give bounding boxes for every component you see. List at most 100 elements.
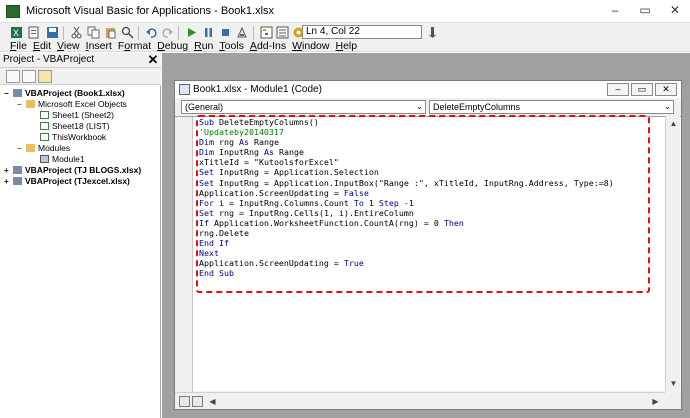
tree-item-label: Sheet18 (LIST) <box>52 121 110 131</box>
collapse-icon[interactable]: − <box>17 100 25 109</box>
break-icon[interactable] <box>202 26 215 39</box>
paste-icon[interactable] <box>104 26 117 39</box>
tree-item-label: VBAProject (Book1.xlsx) <box>25 88 125 98</box>
tree-item-label: Microsoft Excel Objects <box>38 99 127 109</box>
menu-run[interactable]: Run <box>194 40 213 52</box>
menu-bar: File Edit View Insert Format Debug Run Tools Add… <box>10 40 363 52</box>
insert-module-icon[interactable] <box>27 26 40 39</box>
scroll-right-icon[interactable]: ▶ <box>649 395 662 408</box>
code-window-icon <box>179 84 190 95</box>
workbook-icon <box>40 133 49 141</box>
menu-file[interactable]: File <box>10 40 27 52</box>
vbaproject-icon <box>13 177 22 185</box>
menu-format[interactable]: Format <box>118 40 151 52</box>
folder-icon <box>26 100 35 108</box>
undo-icon[interactable] <box>145 26 158 39</box>
design-mode-icon[interactable] <box>236 26 249 39</box>
toolbar-separator <box>138 26 139 40</box>
view-code-icon[interactable] <box>6 70 20 83</box>
project-explorer-title: Project - VBAProject <box>3 54 95 65</box>
menu-help[interactable]: Help <box>335 40 357 52</box>
cut-icon[interactable] <box>70 26 83 39</box>
tree-item-module1[interactable]: Module1 <box>40 154 85 164</box>
toggle-folders-icon[interactable] <box>38 70 52 83</box>
collapse-icon[interactable]: − <box>4 89 12 98</box>
chevron-down-icon: ⌄ <box>416 102 423 111</box>
toolbar-separator <box>178 26 179 40</box>
line-column-indicator: Ln 4, Col 22 <box>302 25 422 39</box>
tree-item-label: VBAProject (TJexcel.xlsx) <box>25 176 130 186</box>
code-highlight-box <box>196 115 650 293</box>
tree-item-label: ThisWorkbook <box>52 132 107 142</box>
tree-item-label: Sheet1 (Sheet2) <box>52 110 114 120</box>
menu-edit[interactable]: Edit <box>33 40 51 52</box>
menu-debug[interactable]: Debug <box>157 40 188 52</box>
maximize-button[interactable]: ▭ <box>630 0 660 22</box>
reset-icon[interactable] <box>219 26 232 39</box>
expand-icon[interactable]: + <box>4 166 12 175</box>
window-title: Microsoft Visual Basic for Applications … <box>26 5 275 17</box>
properties-icon[interactable] <box>276 26 289 39</box>
find-icon[interactable] <box>121 26 134 39</box>
tree-item-vbaproject-tjexcel[interactable]: + VBAProject (TJexcel.xlsx) <box>4 176 130 186</box>
worksheet-icon <box>40 111 49 119</box>
code-minimize-button[interactable]: – <box>607 83 629 96</box>
redo-icon[interactable] <box>161 26 174 39</box>
menu-tools[interactable]: Tools <box>219 40 244 52</box>
vbaproject-icon <box>13 166 22 174</box>
procedure-combo[interactable]: DeleteEmptyColumns ⌄ <box>429 100 674 114</box>
code-maximize-button[interactable]: ▭ <box>631 83 653 96</box>
menu-insert[interactable]: Insert <box>86 40 112 52</box>
toolbar-overflow-icon[interactable] <box>426 26 439 39</box>
full-module-view-icon[interactable] <box>192 396 203 407</box>
menu-toolbar: X Ln 4, Col 22 File Edit View Insert Format D… <box>0 23 690 52</box>
save-icon[interactable] <box>46 26 59 39</box>
excel-icon[interactable]: X <box>10 26 23 39</box>
object-combo[interactable]: (General) ⌄ <box>181 100 426 114</box>
view-object-icon[interactable] <box>22 70 36 83</box>
tree-item-vbaproject-book1[interactable]: − VBAProject (Book1.xlsx) <box>4 88 125 98</box>
menu-view[interactable]: View <box>57 40 80 52</box>
tree-item-label: Module1 <box>52 154 85 164</box>
horizontal-scrollbar[interactable]: ◀ ▶ <box>175 392 665 409</box>
toolbar-separator <box>63 26 64 40</box>
minimize-button[interactable]: – <box>600 0 630 22</box>
expand-icon[interactable]: + <box>4 177 12 186</box>
svg-text:X: X <box>13 28 19 38</box>
procedure-view-icon[interactable] <box>179 396 190 407</box>
title-bar: Microsoft Visual Basic for Applications … <box>0 0 690 23</box>
project-explorer-icon[interactable] <box>260 26 273 39</box>
close-button[interactable]: ✕ <box>660 0 690 22</box>
tree-item-label: Modules <box>38 143 71 153</box>
worksheet-icon <box>40 122 49 130</box>
procedure-combo-value: DeleteEmptyColumns <box>433 102 521 112</box>
project-tree: − VBAProject (Book1.xlsx) − Microsoft Exce… <box>0 86 161 418</box>
module-icon <box>40 155 49 163</box>
code-combo-bar: (General) ⌄ DeleteEmptyColumns ⌄ <box>175 99 681 115</box>
project-explorer-header: Project - VBAProject ✕ <box>0 53 161 68</box>
chevron-down-icon: ⌄ <box>664 102 671 111</box>
run-icon[interactable] <box>185 26 198 39</box>
tree-item-excel-objects[interactable]: − Microsoft Excel Objects <box>17 99 127 109</box>
code-close-button[interactable]: ✕ <box>655 83 677 96</box>
copy-icon[interactable] <box>87 26 100 39</box>
tree-item-thisworkbook[interactable]: ThisWorkbook <box>40 132 106 142</box>
collapse-icon[interactable]: − <box>17 144 25 153</box>
scroll-down-icon[interactable]: ▼ <box>667 377 680 390</box>
toolbar-separator <box>253 26 254 40</box>
tree-item-modules[interactable]: − Modules <box>17 143 70 153</box>
scroll-left-icon[interactable]: ◀ <box>206 395 219 408</box>
scroll-up-icon[interactable]: ▲ <box>667 117 680 130</box>
menu-window[interactable]: Window <box>292 40 329 52</box>
vbaproject-icon <box>13 89 22 97</box>
menu-add-ins[interactable]: Add-Ins <box>250 40 286 52</box>
code-window-title-bar: Book1.xlsx - Module1 (Code) – ▭ ✕ <box>175 81 681 98</box>
tree-item-sheet18[interactable]: Sheet18 (LIST) <box>40 121 110 131</box>
code-margin <box>175 117 193 392</box>
project-explorer-toolbar <box>0 68 161 85</box>
vertical-scrollbar[interactable]: ▲ ▼ <box>665 116 680 391</box>
vba-app-icon <box>6 5 20 18</box>
tree-item-sheet1[interactable]: Sheet1 (Sheet2) <box>40 110 114 120</box>
project-explorer-close-icon[interactable]: ✕ <box>146 53 160 67</box>
tree-item-vbaproject-tjblogs[interactable]: + VBAProject (TJ BLOGS.xlsx) <box>4 165 141 175</box>
